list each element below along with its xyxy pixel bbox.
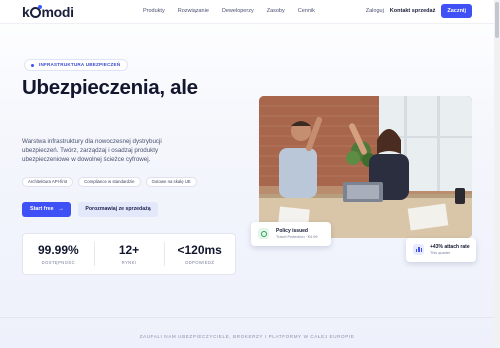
arrow-right-icon: → bbox=[58, 206, 64, 212]
scrollbar-thumb[interactable] bbox=[495, 2, 499, 38]
nav-item-cennik[interactable]: Cennik bbox=[298, 8, 315, 14]
komodi-logo[interactable]: k modi bbox=[22, 4, 74, 20]
bar-chart-icon-bar bbox=[418, 247, 420, 252]
policy-card-subtitle: Travel Protection · €4.99 bbox=[276, 235, 318, 239]
stat-response: <120ms ODPOWIEDŹ bbox=[164, 234, 235, 274]
nav-item-deweloperzy[interactable]: Deweloperzy bbox=[222, 8, 254, 14]
attach-card-title: +43% attach rate bbox=[430, 244, 470, 250]
feature-tags: Architektura API-first Compliance w stan… bbox=[22, 177, 197, 187]
nav-item-produkty[interactable]: Produkty bbox=[143, 8, 165, 14]
trusted-by-label: ZAUFALI NAM UBEZPIECZYCIELE, BROKERZY I … bbox=[139, 334, 355, 339]
hero-eyebrow-badge: INFRASTRUKTURA UBEZPIECZEŃ bbox=[24, 59, 129, 71]
stat-value: 12+ bbox=[118, 243, 140, 257]
main-nav: Produkty Rozwiązanie Deweloperzy Zasoby … bbox=[143, 8, 315, 14]
bar-chart-icon-bar bbox=[415, 249, 417, 252]
stat-value: <120ms bbox=[177, 243, 222, 257]
attach-rate-card: +43% attach rate This quarter bbox=[406, 238, 476, 262]
attach-card-subtitle: This quarter bbox=[430, 251, 451, 255]
top-navbar: k modi Produkty Rozwiązanie Deweloperzy Z… bbox=[0, 0, 500, 24]
feature-tag: Compliance w standardzie bbox=[78, 177, 141, 187]
stat-label: RYNKI bbox=[121, 260, 137, 265]
hero-eyebrow-label: INFRASTRUKTURA UBEZPIECZEŃ bbox=[39, 62, 121, 67]
policy-card-title: Policy issued bbox=[276, 228, 308, 234]
stat-label: DOSTĘPNOŚĆ bbox=[41, 260, 75, 265]
nav-actions: Zaloguj Kontakt sprzedaż Zacznij bbox=[366, 4, 472, 18]
page-scrollbar[interactable] bbox=[494, 0, 500, 348]
hero-title: Ubezpieczenia, ale bbox=[22, 76, 198, 99]
bar-chart-icon bbox=[413, 244, 424, 255]
login-link[interactable]: Zaloguj bbox=[366, 8, 384, 14]
stat-value: 99.99% bbox=[37, 243, 79, 257]
section-divider bbox=[0, 317, 494, 318]
bar-chart-icon-bar bbox=[420, 248, 422, 252]
feature-tag: Gotowe na skalę UE bbox=[145, 177, 197, 187]
hero-description: Warstwa infrastruktury dla nowoczesnej d… bbox=[22, 138, 162, 163]
status-dot-icon bbox=[31, 63, 34, 67]
start-free-button[interactable]: Start free → bbox=[22, 202, 71, 217]
feature-tag: Architektura API-first bbox=[22, 177, 74, 187]
contact-sales-link[interactable]: Kontakt sprzedaż bbox=[390, 8, 436, 14]
stat-markets: 12+ RYNKI bbox=[93, 234, 165, 274]
policy-issued-card: Policy issued Travel Protection · €4.99 bbox=[251, 222, 331, 246]
talk-to-sales-button[interactable]: Porozmawiaj ze sprzedażą bbox=[78, 202, 158, 217]
start-free-label: Start free bbox=[30, 206, 54, 212]
page: k modi Produkty Rozwiązanie Deweloperzy Z… bbox=[0, 0, 500, 348]
stat-label: ODPOWIEDŹ bbox=[184, 260, 215, 265]
nav-item-rozwiazanie[interactable]: Rozwiązanie bbox=[178, 8, 209, 14]
nav-item-zasoby[interactable]: Zasoby bbox=[267, 8, 285, 14]
shield-check-icon bbox=[258, 228, 269, 239]
hero-photo bbox=[259, 96, 472, 238]
get-started-button[interactable]: Zacznij bbox=[441, 4, 472, 18]
stat-uptime: 99.99% DOSTĘPNOŚĆ bbox=[23, 234, 94, 274]
stats-panel: 99.99% DOSTĘPNOŚĆ 12+ RYNKI <120ms ODPOW… bbox=[22, 233, 236, 275]
